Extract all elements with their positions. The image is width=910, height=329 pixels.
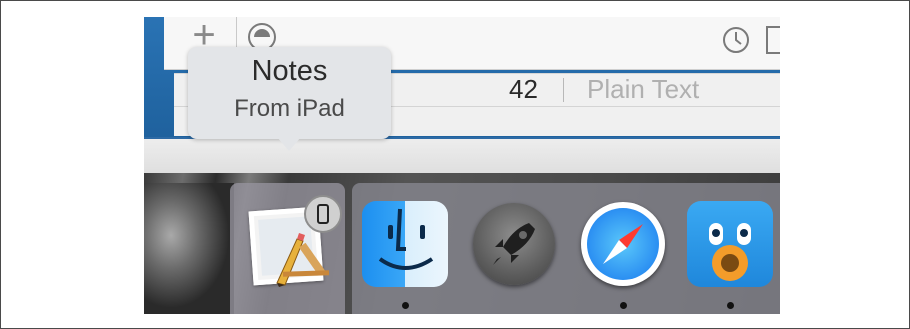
divider <box>563 78 564 102</box>
ipad-badge-icon <box>304 195 342 233</box>
tooltip-title: Notes <box>251 55 328 87</box>
running-indicator <box>620 302 627 309</box>
safari-icon <box>581 202 665 286</box>
finder-icon <box>362 201 448 287</box>
dock-item-launchpad[interactable] <box>471 201 557 287</box>
wallpaper-rock <box>144 183 234 314</box>
screenshot-frame: 42 Plain Text + Notes From iPad <box>0 0 910 329</box>
dock-item-safari[interactable] <box>580 201 666 287</box>
divider <box>236 17 237 51</box>
window-bottom-edge <box>144 137 780 173</box>
rocket-icon <box>493 223 535 265</box>
syntax-mode-selector[interactable]: Plain Text <box>587 74 699 104</box>
pencil-ruler-icon <box>276 233 330 287</box>
running-indicator <box>727 302 734 309</box>
tweetbot-bird-icon <box>709 223 751 281</box>
clock-icon[interactable] <box>722 26 750 54</box>
finder-face-icon <box>378 208 434 270</box>
count-readout: 42 <box>509 74 538 104</box>
compass-needle-icon <box>603 224 643 264</box>
running-indicator <box>402 302 409 309</box>
screen-capture: 42 Plain Text + Notes From iPad <box>144 17 780 314</box>
dock-item-tweetbot[interactable] <box>687 201 773 287</box>
tweetbot-icon <box>687 201 773 287</box>
tooltip-subtitle: From iPad <box>234 95 345 122</box>
dock-item-finder[interactable] <box>362 201 448 287</box>
close-box-icon[interactable] <box>766 26 780 54</box>
launchpad-icon <box>473 203 555 285</box>
dock-tooltip: Notes From iPad <box>188 47 391 151</box>
